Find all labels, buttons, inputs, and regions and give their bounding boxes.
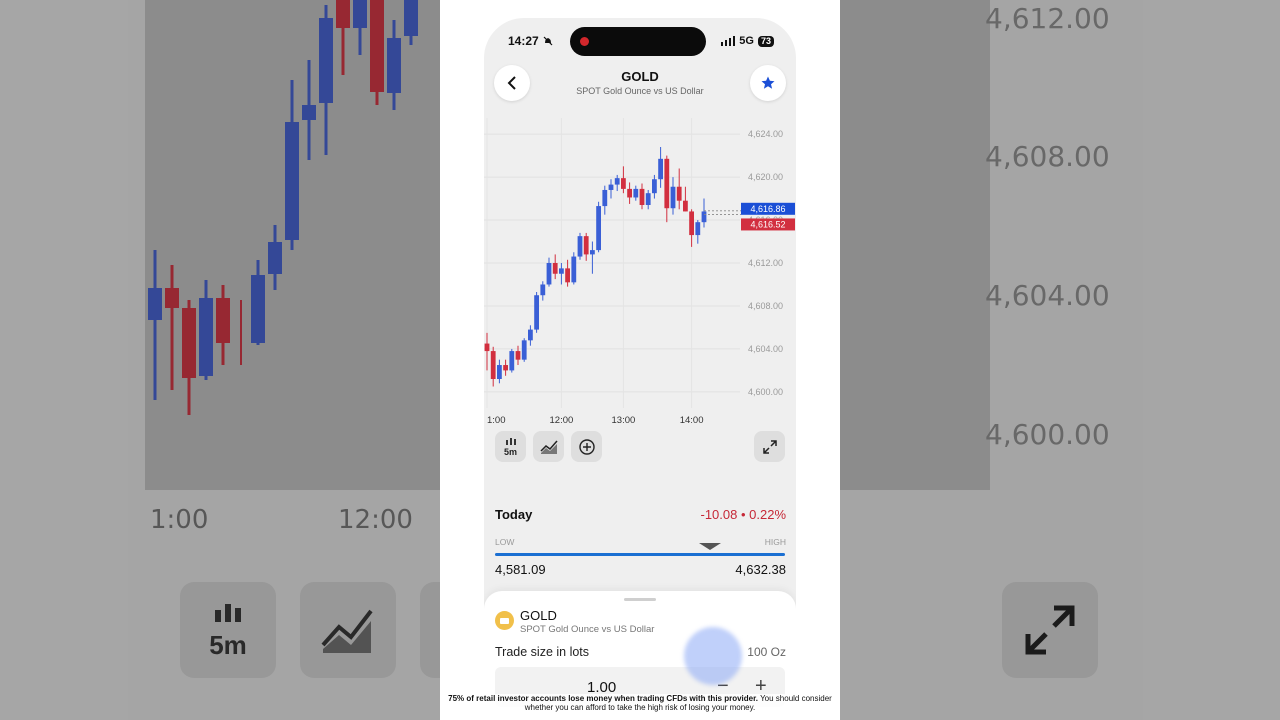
signal-icon: [720, 36, 736, 46]
gold-bars-icon: [495, 611, 514, 630]
candle-body: [658, 158, 663, 180]
y-tick-label: 4,608.00: [748, 301, 783, 311]
candle-body: [608, 184, 614, 190]
sheet-grabber[interactable]: [624, 598, 656, 601]
candle-body: [701, 211, 707, 223]
battery-icon: 73: [757, 35, 774, 47]
candle-body: [695, 222, 701, 236]
area-chart-icon: [539, 440, 558, 454]
trade-asset-symbol: GOLD: [520, 608, 557, 623]
dynamic-island: [570, 27, 706, 56]
trade-size-label: Trade size in lots: [495, 645, 590, 659]
status-bar: 14:27 5G 73: [484, 18, 796, 64]
candle-body: [509, 351, 515, 371]
candle-body: [689, 211, 694, 236]
candle-body: [645, 193, 651, 205]
candle-body: [559, 268, 564, 274]
plus-circle-icon: [578, 438, 595, 455]
candle-body: [670, 186, 676, 209]
candle-body: [683, 200, 688, 212]
candle-body: [621, 178, 626, 189]
symbol-description: SPOT Gold Ounce vs US Dollar: [576, 86, 704, 96]
high-value: 4,632.38: [735, 562, 786, 577]
x-tick-label: 12:00: [550, 415, 574, 426]
interval-label: 5m: [503, 446, 517, 457]
candle-body: [497, 365, 502, 379]
high-label: HIGH: [764, 537, 786, 547]
video-frame: 1:00 12:00 5m 4,612.00 4,608.00 4,604.00…: [0, 0, 1280, 720]
favorite-button[interactable]: [750, 65, 786, 101]
recording-indicator-icon: [580, 37, 589, 46]
candle-body: [652, 179, 657, 194]
y-tick-label: 4,600.00: [748, 387, 783, 397]
candle-body: [577, 236, 583, 257]
candle-body: [534, 295, 539, 330]
chart-type-button[interactable]: [533, 431, 564, 462]
candle-body: [515, 351, 521, 360]
day-range-bar: [495, 553, 785, 556]
background-shade: [0, 0, 440, 720]
touch-indicator: [684, 627, 742, 685]
expand-icon: [762, 439, 777, 454]
candle-body: [571, 256, 577, 283]
status-indicators: 5G 73: [720, 35, 774, 47]
interval-button[interactable]: 5m: [495, 431, 526, 462]
risk-disclaimer: 75% of retail investor accounts lose mon…: [440, 694, 840, 712]
x-tick-label: 13:00: [612, 415, 636, 426]
current-price-marker: [698, 543, 721, 550]
y-tick-label: 4,624.00: [748, 129, 783, 139]
low-label: LOW: [495, 537, 515, 547]
lot-unit: 100 Oz: [747, 645, 786, 659]
candle-body: [552, 263, 558, 274]
today-change: -10.08 • 0.22%: [700, 507, 787, 522]
x-tick-label: 14:00: [680, 415, 704, 426]
network-type: 5G: [739, 35, 754, 47]
add-indicator-button[interactable]: [571, 431, 602, 462]
chart-background: [484, 110, 796, 430]
candle-body: [521, 340, 527, 360]
background-left: 1:00 12:00 5m: [0, 0, 440, 720]
candle-body: [590, 250, 595, 255]
phone-screen: 14:27 5G 73 GOLD SPOT Gold Ounce vs US D…: [484, 18, 796, 720]
candle-body: [602, 189, 608, 207]
candle-body: [676, 186, 682, 201]
ask-price-label: 4,616.86: [750, 204, 785, 214]
candle-body: [546, 263, 552, 285]
y-tick-label: 4,604.00: [748, 344, 783, 354]
candle-body: [565, 268, 570, 283]
candle-body: [540, 284, 546, 296]
star-icon: [761, 76, 775, 89]
candle-body: [633, 188, 639, 198]
candle-body: [503, 365, 508, 371]
price-chart[interactable]: 4,624.004,620.004,616.004,612.004,608.00…: [484, 110, 796, 430]
bid-price-label: 4,616.52: [750, 219, 785, 229]
status-time: 14:27: [508, 34, 539, 48]
phone-column: 14:27 5G 73 GOLD SPOT Gold Ounce vs US D…: [440, 0, 840, 720]
background-shade: [840, 0, 1280, 720]
y-tick-label: 4,620.00: [748, 172, 783, 182]
candle-body: [596, 206, 601, 251]
candle-body: [614, 178, 620, 185]
trade-asset-description: SPOT Gold Ounce vs US Dollar: [520, 624, 655, 635]
background-right: 4,612.00 4,608.00 4,604.00 4,600.00: [840, 0, 1280, 720]
bell-muted-icon: [543, 36, 553, 46]
candle-body: [664, 158, 670, 209]
y-tick-label: 4,612.00: [748, 258, 783, 268]
candle-body: [484, 343, 490, 352]
x-tick-label: 1:00: [487, 415, 506, 426]
candle-body: [490, 351, 496, 379]
candle-body: [639, 188, 645, 205]
status-time-group: 14:27: [508, 34, 553, 48]
expand-chart-button[interactable]: [754, 431, 785, 462]
candlestick-icon: [505, 437, 516, 445]
candle-body: [528, 329, 533, 341]
candle-body: [583, 236, 589, 255]
risk-disclaimer-bold: 75% of retail investor accounts lose mon…: [448, 694, 758, 703]
candle-body: [627, 188, 632, 198]
today-label: Today: [495, 507, 533, 522]
low-value: 4,581.09: [495, 562, 546, 577]
